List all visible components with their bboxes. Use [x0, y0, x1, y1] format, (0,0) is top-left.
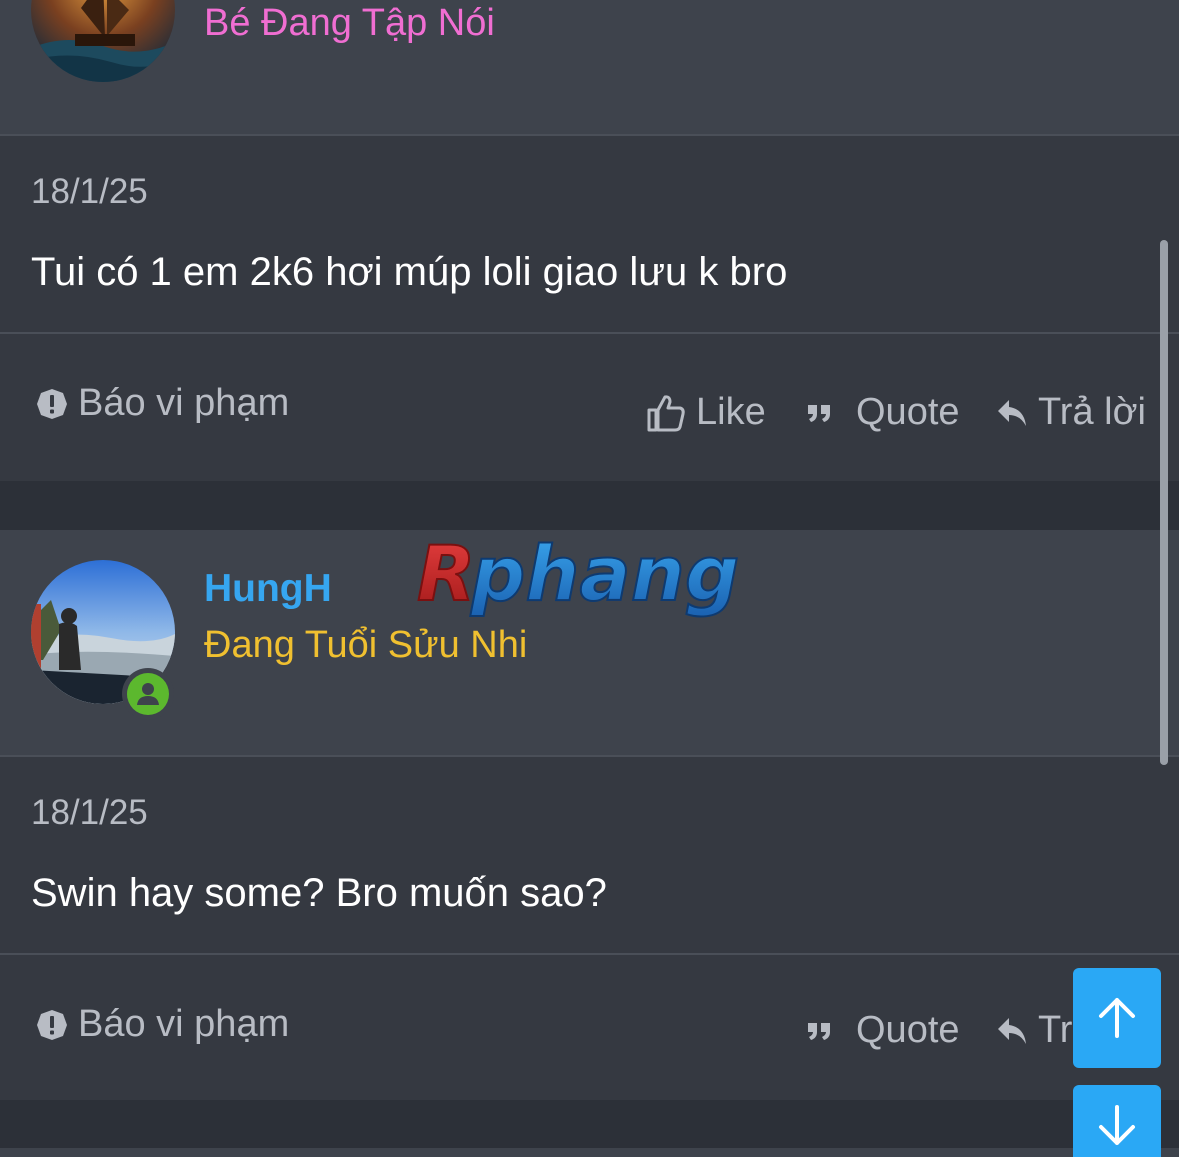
reply-arrow-icon	[996, 1016, 1028, 1046]
rphang-watermark-logo: R phang	[413, 528, 773, 629]
post-2-date[interactable]: 18/1/25	[31, 793, 148, 833]
svg-text:R: R	[417, 529, 476, 618]
quote-label: Quote	[856, 391, 960, 433]
post-1-avatar[interactable]	[31, 0, 175, 82]
thread-page: Bé Đang Tập Nói 18/1/25 Tui có 1 em 2k6 …	[0, 0, 1179, 1157]
post-1-actions: Báo vi phạm Like Quote Trả lời	[0, 334, 1179, 481]
post-1-message: Tui có 1 em 2k6 hơi múp loli giao lưu k …	[31, 250, 788, 294]
quote-label: Quote	[856, 1009, 960, 1051]
post-2-actions: Báo vi phạm Quote Tr	[0, 955, 1179, 1100]
post-1-body-block: 18/1/25 Tui có 1 em 2k6 hơi múp loli gia…	[0, 136, 1179, 332]
arrow-down-icon	[1095, 1105, 1139, 1149]
like-button[interactable]: Like	[646, 391, 766, 434]
reply-label: Tr	[1038, 1009, 1073, 1051]
user-online-icon	[126, 672, 170, 716]
exclamation-circle-icon	[36, 1009, 68, 1041]
post-2-username[interactable]: HungH	[204, 567, 332, 611]
svg-text:phang: phang	[470, 529, 739, 618]
reply-arrow-icon	[996, 398, 1028, 428]
report-button[interactable]: Báo vi phạm	[36, 382, 289, 425]
quote-button[interactable]: Quote	[806, 391, 960, 434]
page-scrollbar[interactable]	[1160, 240, 1168, 765]
exclamation-circle-icon	[36, 388, 68, 420]
reply-button[interactable]: Trả lời	[996, 391, 1146, 434]
quote-icon	[806, 1019, 834, 1043]
report-label: Báo vi phạm	[78, 1003, 290, 1045]
reply-button[interactable]: Tr	[996, 1009, 1072, 1052]
post-2-user-title: Đang Tuổi Sửu Nhi	[204, 624, 528, 666]
post-1-date[interactable]: 18/1/25	[31, 172, 148, 212]
post-1-header: Bé Đang Tập Nói	[0, 0, 1179, 134]
online-status-badge	[122, 668, 174, 720]
quote-button[interactable]: Quote	[806, 1009, 960, 1052]
quote-icon	[806, 401, 834, 425]
next-post-edge	[0, 1148, 1179, 1157]
like-label: Like	[696, 391, 766, 433]
scroll-to-bottom-button[interactable]	[1073, 1085, 1161, 1157]
report-label: Báo vi phạm	[78, 382, 290, 424]
report-button[interactable]: Báo vi phạm	[36, 1003, 289, 1046]
post-2-body-block: 18/1/25 Swin hay some? Bro muốn sao?	[0, 757, 1179, 953]
post-1-user-title: Bé Đang Tập Nói	[204, 2, 495, 44]
post-2-message: Swin hay some? Bro muốn sao?	[31, 871, 607, 915]
scroll-to-top-button[interactable]	[1073, 968, 1161, 1068]
thumbs-up-icon	[646, 393, 686, 433]
reply-label: Trả lời	[1038, 391, 1146, 433]
arrow-up-icon	[1095, 996, 1139, 1040]
